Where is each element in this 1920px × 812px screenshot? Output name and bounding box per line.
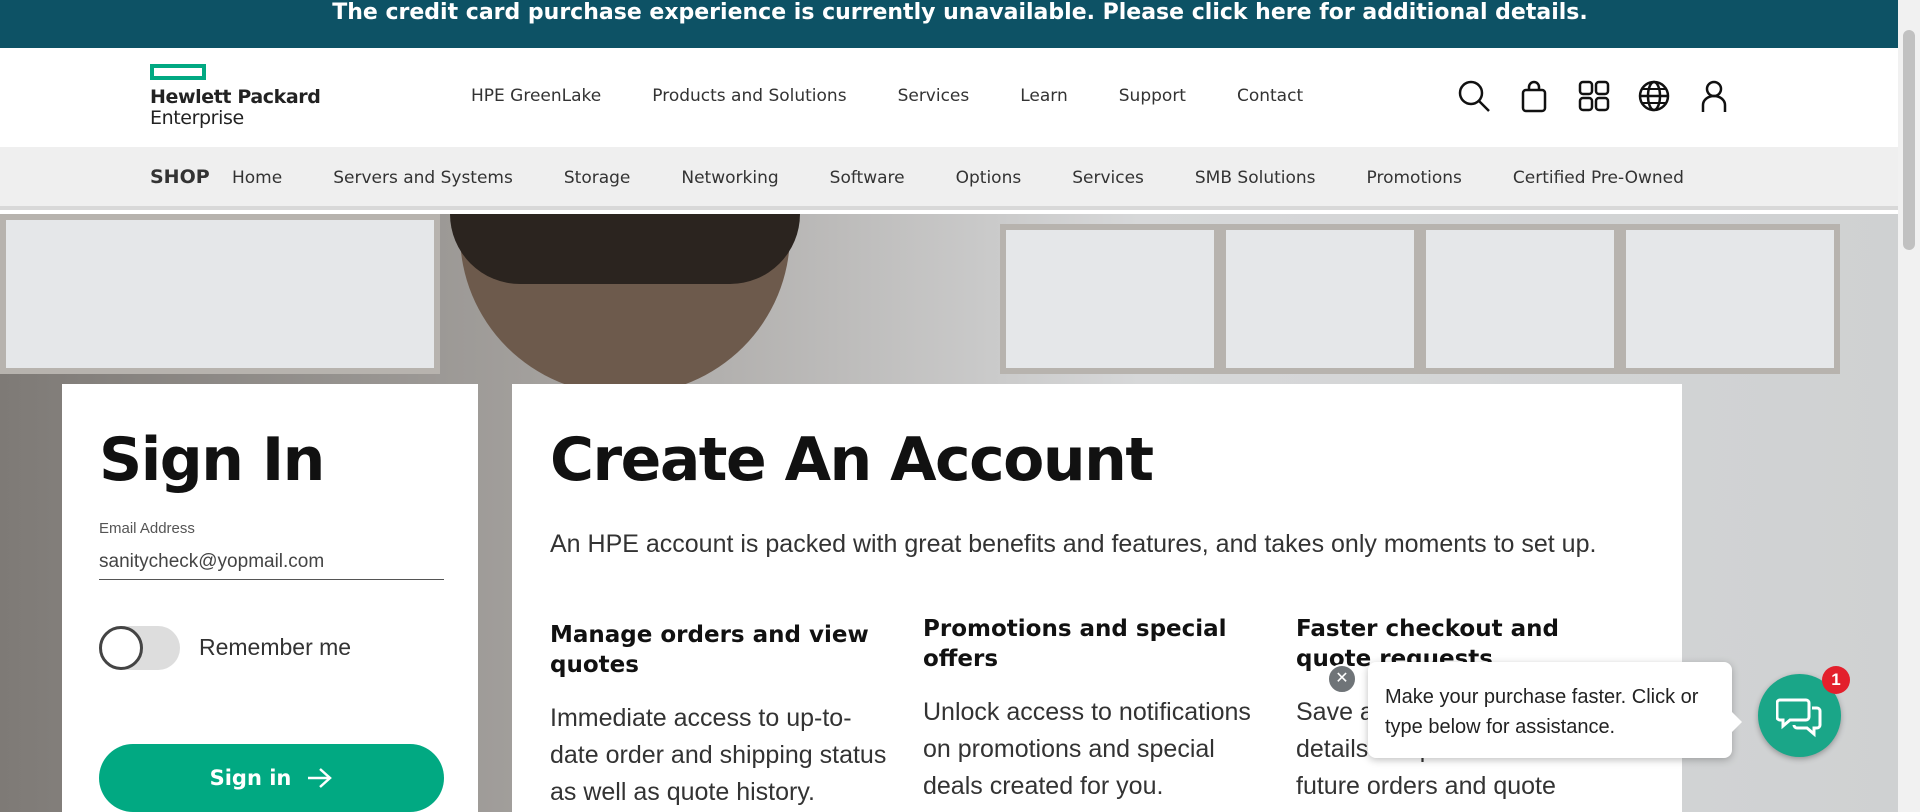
shop-nav-certified-pre-owned[interactable]: Certified Pre-Owned — [1513, 168, 1684, 188]
main-nav: HPE GreenLake Products and Solutions Ser… — [471, 86, 1303, 106]
window-pane — [1000, 224, 1220, 374]
remember-me-label[interactable]: Remember me — [199, 634, 351, 661]
feature-text: Unlock access to notifications on promot… — [923, 698, 1251, 800]
hpe-logo[interactable]: Hewlett Packard Enterprise — [150, 64, 321, 134]
email-field[interactable] — [99, 544, 444, 580]
feature-promotions: Promotions and special offers Unlock acc… — [923, 614, 1263, 805]
shop-nav-software[interactable]: Software — [830, 168, 905, 188]
logo-text-line2: Enterprise — [150, 107, 244, 129]
cart-icon[interactable] — [1516, 78, 1552, 114]
nav-services[interactable]: Services — [898, 86, 970, 106]
shop-nav-links: Home Servers and Systems Storage Network… — [232, 168, 1684, 188]
header-icons — [1456, 78, 1732, 114]
window-pane — [0, 214, 440, 374]
chat-icon — [1776, 698, 1822, 738]
toggle-knob — [99, 626, 143, 670]
shop-navigation: SHOP Home Servers and Systems Storage Ne… — [0, 147, 1898, 210]
close-icon[interactable]: ✕ — [1327, 664, 1357, 694]
signin-card: Sign In Email Address Remember me Sign i… — [62, 384, 478, 812]
apps-grid-icon[interactable] — [1576, 78, 1612, 114]
search-icon[interactable] — [1456, 78, 1492, 114]
shop-nav-services[interactable]: Services — [1072, 168, 1144, 188]
nav-hpe-greenlake[interactable]: HPE GreenLake — [471, 86, 601, 106]
window-pane — [1620, 224, 1840, 374]
shop-nav-networking[interactable]: Networking — [681, 168, 778, 188]
feature-title: Manage orders and view quotes — [550, 622, 869, 678]
signin-button[interactable]: Sign in — [99, 744, 444, 812]
shop-label: SHOP — [150, 166, 210, 188]
arrow-right-icon — [308, 768, 333, 788]
scrollbar-thumb[interactable] — [1903, 30, 1915, 250]
shop-nav-servers-and-systems[interactable]: Servers and Systems — [333, 168, 513, 188]
nav-support[interactable]: Support — [1119, 86, 1186, 106]
remember-me-toggle[interactable] — [99, 626, 180, 670]
shop-nav-options[interactable]: Options — [956, 168, 1022, 188]
email-label: Email Address — [99, 520, 195, 537]
feature-title: Promotions and special offers — [923, 616, 1227, 672]
create-account-subtitle: An HPE account is packed with great bene… — [550, 530, 1597, 558]
feature-text: Immediate access to up-to-date order and… — [550, 704, 887, 806]
logo-text-line1: Hewlett Packard — [150, 86, 321, 108]
chat-prompt-text: Make your purchase faster. Click or type… — [1385, 686, 1699, 738]
shop-nav-home[interactable]: Home — [232, 168, 282, 188]
logo-mark — [150, 64, 206, 80]
nav-contact[interactable]: Contact — [1237, 86, 1303, 106]
shop-nav-promotions[interactable]: Promotions — [1367, 168, 1462, 188]
shop-nav-storage[interactable]: Storage — [564, 168, 631, 188]
window-pane — [1420, 224, 1620, 374]
person-hair — [450, 214, 800, 284]
page-scrollbar[interactable] — [1898, 0, 1920, 812]
alert-banner-text[interactable]: The credit card purchase experience is c… — [332, 0, 1587, 25]
feature-manage-orders: Manage orders and view quotes Immediate … — [550, 620, 890, 811]
chat-prompt-bubble[interactable]: Make your purchase faster. Click or type… — [1368, 662, 1742, 758]
chat-notification-badge: 1 — [1822, 666, 1850, 694]
user-icon[interactable] — [1696, 78, 1732, 114]
create-account-title: Create An Account — [550, 425, 1154, 495]
globe-icon[interactable] — [1636, 78, 1672, 114]
alert-banner[interactable]: The credit card purchase experience is c… — [0, 0, 1920, 48]
signin-title: Sign In — [99, 425, 325, 495]
signin-button-label: Sign in — [209, 766, 292, 790]
window-pane — [1220, 224, 1420, 374]
top-navigation: Hewlett Packard Enterprise HPE GreenLake… — [0, 48, 1898, 147]
shop-nav-smb-solutions[interactable]: SMB Solutions — [1195, 168, 1316, 188]
nav-products-and-solutions[interactable]: Products and Solutions — [652, 86, 846, 106]
nav-learn[interactable]: Learn — [1020, 86, 1068, 106]
